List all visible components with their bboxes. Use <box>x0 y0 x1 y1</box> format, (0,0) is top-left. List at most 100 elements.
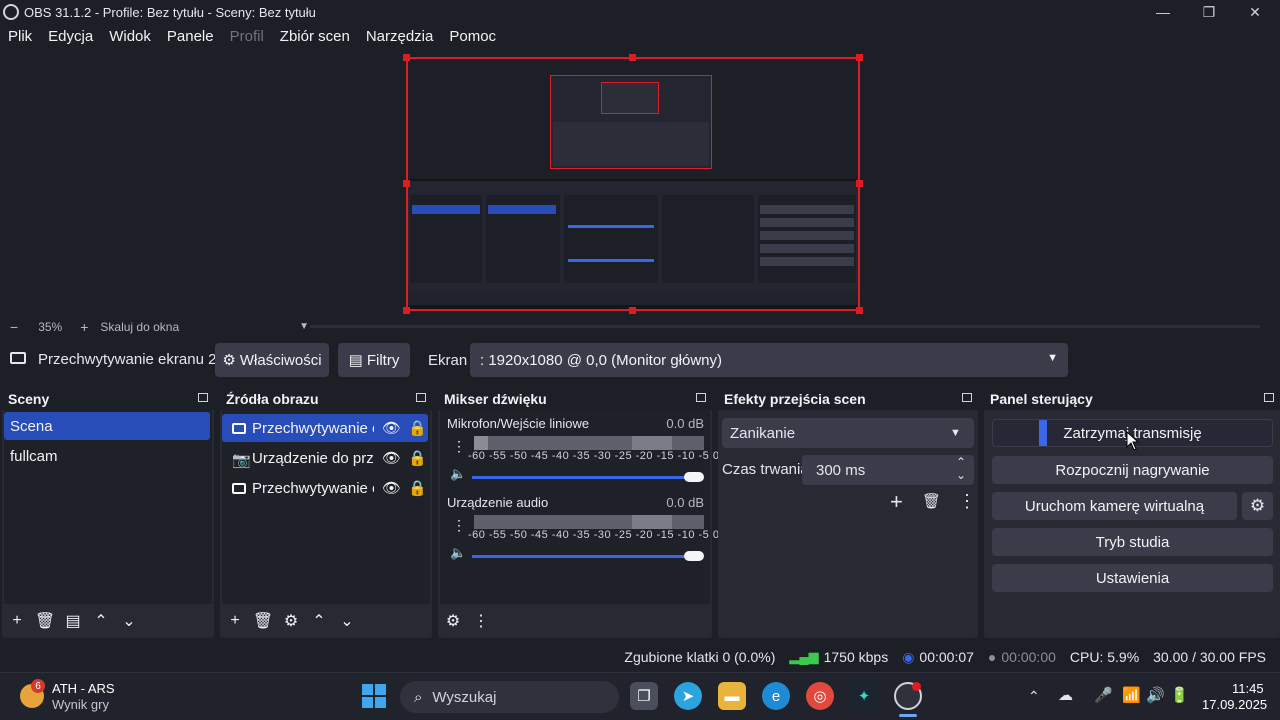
duration-spinbox[interactable]: 300 ms ⌃ ⌄ <box>802 455 974 485</box>
volume-slider[interactable] <box>472 476 692 479</box>
scene-item-scena[interactable]: Scena <box>4 412 210 440</box>
streaming-icon: ◉ <box>902 648 915 665</box>
source-item[interactable]: Przechwytywanie ek 👁 🔒 <box>222 414 428 442</box>
trash-icon[interactable]: 🗑 <box>32 608 58 634</box>
zoom-in-button[interactable]: + <box>80 319 88 335</box>
chevron-down-icon[interactable]: ⌄ <box>956 468 966 482</box>
menu-file[interactable]: Plik <box>0 28 40 45</box>
eye-icon[interactable]: 👁 <box>382 419 401 437</box>
scene-item-fullcam[interactable]: fullcam <box>4 442 212 470</box>
move-down-icon[interactable]: ⌄ <box>334 608 360 634</box>
source-item[interactable]: 📷 Urządzenie do przec 👁 🔒 <box>222 444 430 472</box>
chevron-up-icon[interactable]: ⌃ <box>1028 688 1040 705</box>
start-virtual-camera-button[interactable]: Uruchom kamerę wirtualną <box>992 492 1237 520</box>
speaker-muted-icon[interactable]: 🔈 <box>450 545 466 561</box>
studio-mode-button[interactable]: Tryb studia <box>992 528 1273 556</box>
minimize-button[interactable]: — <box>1140 0 1186 24</box>
trash-icon[interactable]: 🗑 <box>922 492 941 510</box>
telegram-icon[interactable]: ➤ <box>674 682 702 710</box>
trash-icon[interactable]: 🗑 <box>250 608 276 634</box>
undock-icon[interactable] <box>962 393 972 402</box>
zoom-out-button[interactable]: − <box>10 319 18 335</box>
windows-start-icon[interactable] <box>362 684 386 708</box>
virtual-camera-settings-gear-icon[interactable]: ⚙ <box>1242 492 1273 520</box>
volume-icon[interactable]: 🔊 <box>1146 686 1165 704</box>
window-title: OBS 31.1.2 - Profile: Bez tytułu - Sceny… <box>24 4 316 20</box>
meter-ticks: -60 -55 -50 -45 -40 -35 -30 -25 -20 -15 … <box>468 450 720 462</box>
microphone-icon[interactable]: 🎤 <box>1094 686 1113 704</box>
app-icon[interactable]: ✦ <box>850 682 878 710</box>
zoom-mode[interactable]: Skaluj do okna <box>100 320 179 334</box>
screen-label: Ekran <box>428 352 468 369</box>
clock-time[interactable]: 11:45 <box>1232 681 1264 696</box>
screen-select[interactable]: : 1920x1080 @ 0,0 (Monitor główny) ▼ <box>470 343 1068 377</box>
move-up-icon[interactable]: ⌃ <box>88 608 114 634</box>
settings-button[interactable]: Ustawienia <box>992 564 1273 592</box>
eye-icon[interactable]: 👁 <box>382 449 401 467</box>
close-button[interactable]: ✕ <box>1232 0 1278 24</box>
transition-select[interactable]: Zanikanie ▼ <box>722 418 974 448</box>
volume-slider-knob[interactable] <box>684 551 704 561</box>
battery-icon[interactable]: 🔋 <box>1170 686 1189 704</box>
undock-icon[interactable] <box>696 393 706 402</box>
chevron-down-icon: ▼ <box>1047 352 1058 364</box>
menu-help[interactable]: Pomoc <box>441 28 504 45</box>
undock-icon[interactable] <box>198 393 208 402</box>
menu-tools[interactable]: Narzędzia <box>358 28 442 45</box>
preview-canvas[interactable] <box>406 57 860 311</box>
widget-subtitle[interactable]: Wynik gry <box>52 697 109 712</box>
eye-icon[interactable]: 👁 <box>382 479 401 497</box>
kebab-menu-icon[interactable]: ⋮ <box>468 608 494 634</box>
title-bar: OBS 31.1.2 - Profile: Bez tytułu - Sceny… <box>0 0 1280 24</box>
volume-slider[interactable] <box>472 555 692 558</box>
kebab-menu-icon[interactable]: ⋮ <box>958 491 976 512</box>
menu-profile[interactable]: Profil <box>222 28 272 45</box>
properties-label: Właściwości <box>239 351 322 369</box>
add-scene-icon[interactable]: + <box>4 608 30 634</box>
properties-button[interactable]: ⚙ Właściwości <box>215 343 329 377</box>
restore-button[interactable]: ❐ <box>1186 0 1232 24</box>
add-source-icon[interactable]: + <box>222 608 248 634</box>
menu-edit[interactable]: Edycja <box>40 28 101 45</box>
wifi-icon[interactable]: 📶 <box>1122 686 1141 704</box>
scene-filters-icon[interactable]: ▤ <box>60 608 86 634</box>
menu-view[interactable]: Widok <box>101 28 159 45</box>
filters-button[interactable]: ▤ Filtry <box>338 343 410 377</box>
move-down-icon[interactable]: ⌄ <box>116 608 142 634</box>
taskbar-search[interactable]: ⌕ Wyszukaj <box>400 681 619 713</box>
undock-icon[interactable] <box>416 393 426 402</box>
monitor-icon <box>10 352 26 364</box>
move-up-icon[interactable]: ⌃ <box>306 608 332 634</box>
task-view-icon[interactable]: ❐ <box>630 682 658 710</box>
undock-icon[interactable] <box>1264 393 1274 402</box>
advanced-audio-icon[interactable]: ⚙ <box>440 608 466 634</box>
menu-docks[interactable]: Panele <box>159 28 222 45</box>
lock-icon[interactable]: 🔒 <box>408 419 427 437</box>
chrome-icon[interactable]: ◎ <box>806 682 834 710</box>
active-app-indicator <box>899 714 917 717</box>
stream-time-value: 00:00:07 <box>919 649 974 665</box>
onedrive-icon[interactable]: ☁ <box>1058 686 1073 704</box>
kebab-menu-icon[interactable]: ⋮ <box>452 438 466 455</box>
file-explorer-icon[interactable]: ▬ <box>718 682 746 710</box>
monitor-icon <box>232 423 246 434</box>
source-item[interactable]: Przechwytywanie ek 👁 🔒 <box>222 474 430 502</box>
add-transition-icon[interactable]: + <box>890 489 903 515</box>
sources-dock: Źródła obrazu Przechwytywanie ek 👁 🔒 📷 U… <box>220 388 432 638</box>
edge-icon[interactable]: e <box>762 682 790 710</box>
speaker-muted-icon[interactable]: 🔈 <box>450 466 466 482</box>
lock-icon[interactable]: 🔒 <box>408 479 427 497</box>
horizontal-scrollbar[interactable] <box>310 325 1260 328</box>
duration-value: 300 ms <box>816 461 866 479</box>
volume-meter <box>474 436 704 450</box>
gear-icon[interactable]: ⚙ <box>278 608 304 634</box>
volume-slider-knob[interactable] <box>684 472 704 482</box>
kebab-menu-icon[interactable]: ⋮ <box>452 517 466 534</box>
clock-date[interactable]: 17.09.2025 <box>1202 697 1267 712</box>
menu-scene-collection[interactable]: Zbiór scen <box>272 28 358 45</box>
start-recording-button[interactable]: Rozpocznij nagrywanie <box>992 456 1273 484</box>
widget-title[interactable]: ATH - ARS <box>52 681 115 696</box>
lock-icon[interactable]: 🔒 <box>408 449 427 467</box>
chevron-up-icon[interactable]: ⌃ <box>956 455 966 469</box>
zoom-dropdown-icon[interactable]: ▼ <box>299 321 309 332</box>
